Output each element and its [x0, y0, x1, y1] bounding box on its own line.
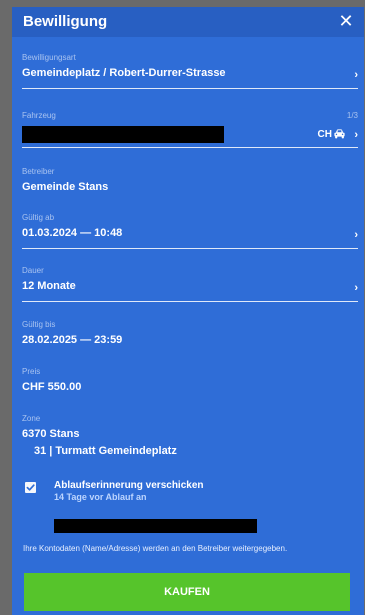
price-field: Preis CHF 550.00 [22, 367, 358, 394]
email-redacted [54, 519, 257, 533]
data-sharing-notice: Ihre Kontodaten (Name/Adresse) werden an… [23, 544, 288, 553]
zone-value: 6370 Stans [22, 428, 80, 440]
close-button[interactable]: ✕ [337, 11, 355, 31]
zone-label: Zone [22, 414, 41, 423]
valid-until-label: Gültig bis [22, 320, 56, 329]
chevron-right-icon: › [354, 129, 358, 141]
screen-backdrop: Bewilligung ✕ Bewilligungsart Gemeindepl… [0, 0, 365, 615]
license-plate-redacted [22, 126, 224, 143]
reminder-checkbox[interactable] [25, 482, 36, 493]
zone-sub-value: 31 | Turmatt Gemeindeplatz [34, 445, 177, 457]
operator-label: Betreiber [22, 167, 55, 176]
vehicle-field[interactable]: Fahrzeug 1/3 CH › [22, 111, 358, 148]
divider [22, 248, 358, 249]
chevron-right-icon: › [354, 282, 358, 294]
permit-type-label: Bewilligungsart [22, 53, 76, 62]
vehicle-country: CH [317, 129, 332, 140]
reminder-sub-label: 14 Tage vor Ablauf an [54, 492, 147, 502]
zone-field: Zone 6370 Stans 31 | Turmatt Gemeindepla… [22, 414, 358, 458]
permit-type-value: Gemeindeplatz / Robert-Durrer-Strasse [22, 67, 226, 79]
price-value: CHF 550.00 [22, 381, 82, 393]
check-icon [26, 484, 35, 491]
buy-button[interactable]: KAUFEN [24, 573, 350, 611]
car-icon [334, 129, 345, 139]
duration-label: Dauer [22, 266, 44, 275]
duration-field[interactable]: Dauer 12 Monate › [22, 266, 358, 302]
reminder-label[interactable]: Ablaufserinnerung verschicken [54, 480, 204, 492]
chevron-right-icon: › [354, 229, 358, 241]
permit-header: Bewilligung ✕ [12, 7, 364, 37]
duration-value: 12 Monate [22, 280, 76, 292]
divider [22, 147, 358, 148]
valid-until-field: Gültig bis 28.02.2025 — 23:59 [22, 320, 358, 347]
valid-from-value: 01.03.2024 — 10:48 [22, 227, 123, 239]
chevron-right-icon: › [354, 69, 358, 81]
vehicle-label: Fahrzeug [22, 111, 56, 120]
valid-from-field[interactable]: Gültig ab 01.03.2024 — 10:48 › [22, 213, 358, 249]
operator-field: Betreiber Gemeinde Stans [22, 167, 358, 194]
page-title: Bewilligung [23, 13, 108, 30]
operator-value: Gemeinde Stans [22, 181, 109, 193]
vehicle-counter: 1/3 [346, 111, 358, 120]
price-label: Preis [22, 367, 41, 376]
divider [22, 88, 358, 89]
valid-until-value: 28.02.2025 — 23:59 [22, 334, 123, 346]
permit-panel: Bewilligung ✕ Bewilligungsart Gemeindepl… [12, 7, 364, 615]
valid-from-label: Gültig ab [22, 213, 55, 222]
divider [22, 301, 358, 302]
permit-type-field[interactable]: Bewilligungsart Gemeindeplatz / Robert-D… [22, 53, 358, 89]
